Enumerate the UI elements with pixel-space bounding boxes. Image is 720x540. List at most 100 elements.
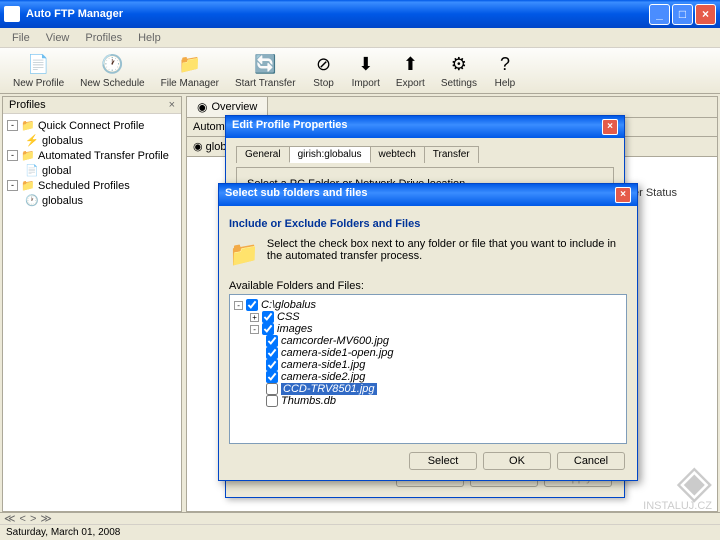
checkbox-css[interactable]	[262, 311, 274, 323]
tab-overview[interactable]: ◉Overview	[187, 97, 268, 117]
menubar: File View Profiles Help	[0, 28, 720, 48]
dialog2-close-button[interactable]: ×	[615, 187, 631, 203]
include-desc-row: 📁 Select the check box next to any folde…	[229, 234, 627, 280]
dialog1-close-button[interactable]: ×	[602, 119, 618, 135]
folder-icon: 📁	[21, 179, 35, 192]
include-desc-text: Select the check box next to any folder …	[267, 238, 627, 270]
watermark-graphic-icon: ◈	[643, 463, 712, 500]
folder-icon: 📁	[21, 149, 35, 162]
fnode-f6[interactable]: Thumbs.db	[234, 395, 622, 407]
include-exclude-header: Include or Exclude Folders and Files	[229, 214, 627, 234]
folder-icon: 📁	[178, 53, 202, 77]
clock-icon: 🕐	[100, 53, 124, 77]
statusbar-nav: ≪ < > ≫	[0, 513, 720, 525]
file-tree-box[interactable]: -C:\globalus +CSS -images camcorder-MV60…	[229, 294, 627, 444]
maximize-button[interactable]: □	[672, 4, 693, 25]
collapse-icon[interactable]: -	[7, 180, 18, 191]
tab-girish[interactable]: girish:globalus	[289, 146, 371, 163]
import-icon: ⬇	[354, 53, 378, 77]
start-transfer-button[interactable]: 🔄Start Transfer	[228, 50, 303, 92]
tab-general[interactable]: General	[236, 146, 290, 163]
collapse-icon[interactable]: -	[7, 150, 18, 161]
tree-global[interactable]: 📄global	[7, 163, 177, 178]
dialog2-cancel-button[interactable]: Cancel	[557, 452, 625, 470]
nav-prev-icon[interactable]: <	[20, 513, 26, 525]
statusbar: ≪ < > ≫ Saturday, March 01, 2008	[0, 512, 720, 540]
fnode-f4[interactable]: camera-side2.jpg	[234, 371, 622, 383]
gear-icon: ⚙	[447, 53, 471, 77]
checkbox-f4[interactable]	[266, 371, 278, 383]
nav-first-icon[interactable]: ≪	[4, 512, 16, 525]
app-icon	[4, 6, 20, 22]
collapse-icon[interactable]: -	[7, 120, 18, 131]
toolbar: 📄New Profile 🕐New Schedule 📁File Manager…	[0, 48, 720, 94]
menu-view[interactable]: View	[38, 30, 78, 46]
dialog2-select-button[interactable]: Select	[409, 452, 477, 470]
folder-check-icon: 📁	[229, 238, 259, 270]
menu-file[interactable]: File	[4, 30, 38, 46]
profile-icon: 📄	[27, 53, 51, 77]
checkbox-f1[interactable]	[266, 335, 278, 347]
dialog2-titlebar[interactable]: Select sub folders and files ×	[219, 184, 637, 206]
fnode-f1[interactable]: camcorder-MV600.jpg	[234, 335, 622, 347]
close-button[interactable]: ×	[695, 4, 716, 25]
dialog2-buttons: Select OK Cancel	[229, 444, 627, 472]
watermark-text: INSTALUJ.CZ	[643, 500, 712, 512]
profiles-title: Profiles	[9, 99, 46, 111]
dialog1-title: Edit Profile Properties	[232, 119, 348, 135]
settings-button[interactable]: ⚙Settings	[434, 50, 484, 92]
panel-close-icon[interactable]: ×	[169, 99, 175, 111]
checkbox-f3[interactable]	[266, 359, 278, 371]
fnode-f5-selected[interactable]: CCD-TRV8501.jpg	[234, 383, 622, 395]
export-button[interactable]: ⬆Export	[389, 50, 432, 92]
transfer-icon: 🔄	[253, 53, 277, 77]
nav-next-icon[interactable]: >	[30, 513, 36, 525]
checkbox-f5[interactable]	[266, 383, 278, 395]
import-button[interactable]: ⬇Import	[345, 50, 387, 92]
select-subfolders-dialog: Select sub folders and files × Include o…	[218, 183, 638, 481]
nav-last-icon[interactable]: ≫	[40, 512, 52, 525]
menu-profiles[interactable]: Profiles	[77, 30, 130, 46]
tree-auto-transfer[interactable]: -📁Automated Transfer Profile	[7, 148, 177, 163]
fnode-images[interactable]: -images	[234, 323, 622, 335]
fnode-root[interactable]: -C:\globalus	[234, 299, 622, 311]
dialog1-tabs: General girish:globalus webtech Transfer	[236, 146, 614, 163]
menu-help[interactable]: Help	[130, 30, 169, 46]
stop-icon: ⊘	[312, 53, 336, 77]
tab-webtech[interactable]: webtech	[370, 146, 425, 163]
checkbox-images[interactable]	[262, 323, 274, 335]
watermark: ◈ INSTALUJ.CZ	[643, 463, 712, 512]
window-titlebar: Auto FTP Manager _ □ ×	[0, 0, 720, 28]
clock-icon: 🕐	[25, 194, 39, 207]
tree-scheduled[interactable]: -📁Scheduled Profiles	[7, 178, 177, 193]
profiles-tree: -📁Quick Connect Profile ⚡globalus -📁Auto…	[3, 114, 181, 212]
new-schedule-button[interactable]: 🕐New Schedule	[73, 50, 151, 92]
tree-globalus-2[interactable]: 🕐globalus	[7, 193, 177, 208]
checkbox-f2[interactable]	[266, 347, 278, 359]
tree-quick-connect[interactable]: -📁Quick Connect Profile	[7, 118, 177, 133]
status-date: Saturday, March 01, 2008	[0, 525, 720, 540]
checkbox-f6[interactable]	[266, 395, 278, 407]
new-profile-button[interactable]: 📄New Profile	[6, 50, 71, 92]
available-label: Available Folders and Files:	[229, 280, 627, 292]
minimize-button[interactable]: _	[649, 4, 670, 25]
tab-transfer[interactable]: Transfer	[424, 146, 479, 163]
file-manager-button[interactable]: 📁File Manager	[154, 50, 226, 92]
collapse-icon[interactable]: -	[250, 325, 259, 334]
stop-button[interactable]: ⊘Stop	[305, 50, 343, 92]
fnode-css[interactable]: +CSS	[234, 311, 622, 323]
expand-icon[interactable]: +	[250, 313, 259, 322]
collapse-icon[interactable]: -	[234, 301, 243, 310]
tree-globalus-1[interactable]: ⚡globalus	[7, 133, 177, 148]
fnode-f2[interactable]: camera-side1-open.jpg	[234, 347, 622, 359]
fnode-f3[interactable]: camera-side1.jpg	[234, 359, 622, 371]
profile-icon: 📄	[25, 164, 39, 177]
dialog1-titlebar[interactable]: Edit Profile Properties ×	[226, 116, 624, 138]
dialog2-ok-button[interactable]: OK	[483, 452, 551, 470]
help-icon: ?	[493, 53, 517, 77]
profiles-panel: Profiles × -📁Quick Connect Profile ⚡glob…	[2, 96, 182, 512]
help-button[interactable]: ?Help	[486, 50, 524, 92]
app-title: Auto FTP Manager	[26, 8, 123, 20]
export-icon: ⬆	[398, 53, 422, 77]
checkbox-root[interactable]	[246, 299, 258, 311]
